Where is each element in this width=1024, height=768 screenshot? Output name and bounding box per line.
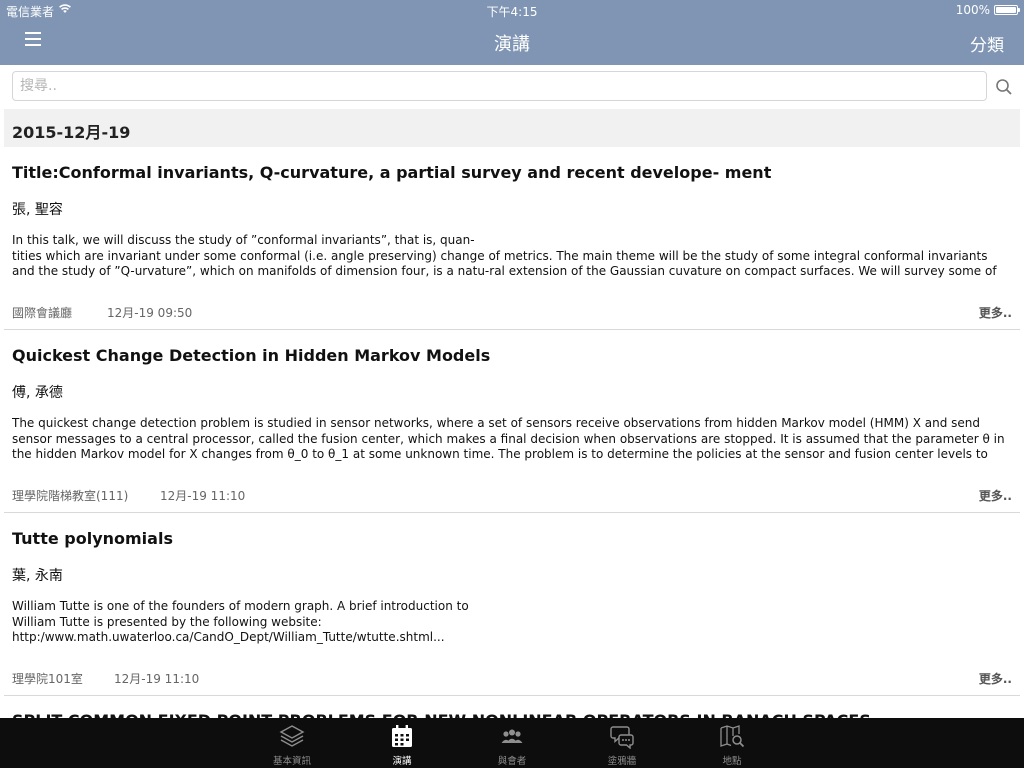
search-input[interactable] <box>12 71 987 101</box>
talk-list: Title:Conformal invariants, Q-curvature,… <box>0 147 1024 718</box>
calendar-icon <box>392 725 412 747</box>
navigation-bar: 演講 分類 <box>0 20 1024 65</box>
talk-title: Title:Conformal invariants, Q-curvature,… <box>12 163 772 182</box>
tab-location[interactable]: 地點 <box>692 718 772 768</box>
tab-attendees[interactable]: 與會者 <box>472 718 552 768</box>
tab-label: 基本資訊 <box>272 756 311 767</box>
layers-icon <box>279 725 305 747</box>
chat-bubbles-icon <box>610 726 634 749</box>
talk-datetime: 12月-19 11:10 <box>114 672 200 686</box>
tab-graffiti-wall[interactable]: 塗鴉牆 <box>582 718 662 768</box>
people-icon <box>501 729 523 743</box>
tab-label: 演講 <box>392 756 412 767</box>
status-bar: 電信業者 下午4:15 100% <box>0 0 1024 20</box>
tab-label: 塗鴉牆 <box>607 756 637 767</box>
talk-item[interactable]: Quickest Change Detection in Hidden Mark… <box>4 330 1020 513</box>
talk-abstract: William Tutte is one of the founders of … <box>12 599 469 644</box>
talk-venue: 國際會議廳 <box>12 306 73 320</box>
talk-speaker: 張, 聖容 <box>12 202 63 218</box>
tab-label: 地點 <box>722 756 742 767</box>
talk-venue: 理學院101室 <box>12 672 83 686</box>
more-button[interactable]: 更多.. <box>979 487 1012 504</box>
talk-abstract: The quickest change detection problem is… <box>12 416 1005 463</box>
more-button[interactable]: 更多.. <box>979 670 1012 687</box>
talk-datetime: 12月-19 09:50 <box>107 306 193 320</box>
battery-percentage: 100% <box>955 3 990 17</box>
talk-datetime: 12月-19 11:10 <box>160 489 246 503</box>
category-button[interactable]: 分類 <box>970 31 1004 56</box>
tab-bar: 基本資訊 演講 與會者 塗鴉牆 地點 <box>0 718 1024 768</box>
top-bar: 電信業者 下午4:15 100% 演講 分類 <box>0 0 1024 65</box>
talk-speaker: 傅, 承德 <box>12 385 63 401</box>
page-title: 演講 <box>494 34 530 55</box>
status-time: 下午4:15 <box>486 5 538 19</box>
tab-basic-info[interactable]: 基本資訊 <box>252 718 332 768</box>
talk-title: Quickest Change Detection in Hidden Mark… <box>12 346 491 365</box>
talk-venue: 理學院階梯教室(111) <box>12 489 129 503</box>
talk-item[interactable]: Tutte polynomials 葉, 永南 William Tutte is… <box>4 513 1020 696</box>
date-section-header: 2015-12月-19 <box>4 109 1020 147</box>
more-button[interactable]: 更多.. <box>979 304 1012 321</box>
talk-title: Tutte polynomials <box>12 529 173 548</box>
talk-item[interactable]: Title:Conformal invariants, Q-curvature,… <box>4 147 1020 330</box>
date-header-label: 2015-12月-19 <box>12 123 131 142</box>
battery-icon <box>994 5 1020 15</box>
talk-speaker: 葉, 永南 <box>12 568 63 584</box>
map-search-icon <box>720 725 745 748</box>
tab-talks[interactable]: 演講 <box>362 718 442 768</box>
tab-label: 與會者 <box>497 756 527 767</box>
search-bar <box>0 65 1024 108</box>
talk-abstract: In this talk, we will discuss the study … <box>12 233 997 280</box>
search-icon[interactable] <box>995 78 1013 96</box>
